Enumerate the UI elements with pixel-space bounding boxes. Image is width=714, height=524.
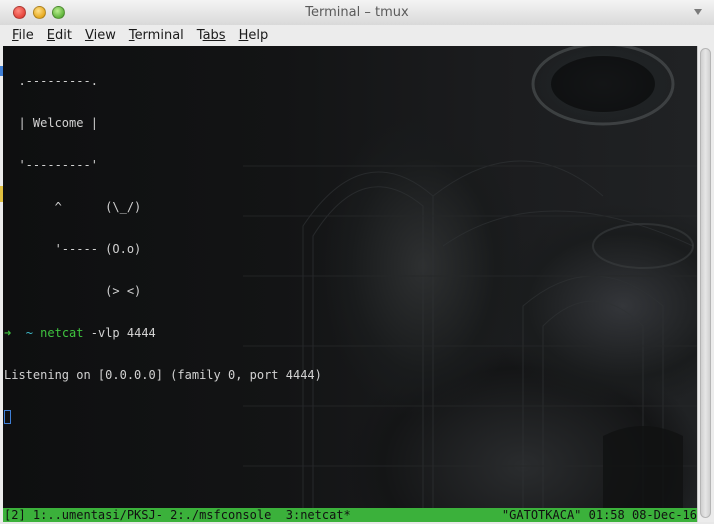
banner-line-4: ^ (\_/) (4, 200, 142, 214)
terminal-window: Terminal – tmux File Edit View Terminal … (0, 0, 714, 524)
tmux-host-clock: "GATOTKACA" 01:58 08-Dec-16 (501, 508, 697, 522)
banner-line-1: .---------. (4, 74, 98, 88)
menu-help[interactable]: Help (239, 28, 269, 43)
prompt-args: -vlp 4444 (83, 326, 156, 340)
banner-line-3: '---------' (4, 158, 98, 172)
prompt-arrow-icon: ➜ (4, 326, 12, 340)
menu-edit-label: dit (55, 28, 72, 43)
menu-help-label: elp (248, 28, 269, 43)
menu-tabs-label: abs (202, 28, 226, 43)
tmux-window-list[interactable]: [2] 1:..umentasi/PKSJ- 2:./msfconsole 3:… (4, 508, 351, 522)
menu-tabs[interactable]: Tabs (197, 28, 226, 43)
vertical-scrollbar[interactable] (697, 46, 714, 522)
window-menu-arrow-icon[interactable] (694, 9, 702, 15)
menu-edit-mnemonic: E (46, 28, 55, 43)
title-bar[interactable]: Terminal – tmux (0, 0, 714, 26)
terminal-viewport[interactable]: .---------. | Welcome | '---------' ^ (\… (3, 46, 697, 508)
menu-view-mnemonic: V (84, 28, 94, 43)
banner-line-2: | Welcome | (4, 116, 98, 130)
menu-terminal-label: erminal (134, 28, 184, 43)
banner-line-5: '----- (O.o) (4, 242, 142, 256)
listening-output: Listening on [0.0.0.0] (family 0, port 4… (4, 368, 322, 382)
menu-edit[interactable]: Edit (47, 28, 72, 43)
terminal-output: .---------. | Welcome | '---------' ^ (\… (4, 46, 322, 452)
prompt-cwd: ~ (25, 326, 33, 340)
scrollbar-thumb[interactable] (700, 48, 711, 518)
menu-view-label: iew (93, 28, 116, 43)
prompt-command: netcat (40, 326, 84, 340)
menu-file[interactable]: File (12, 28, 34, 43)
cursor-line (4, 410, 322, 424)
window-title: Terminal – tmux (305, 5, 409, 20)
tmux-status-bar: [2] 1:..umentasi/PKSJ- 2:./msfconsole 3:… (3, 508, 697, 522)
banner-line-6: (> <) (4, 284, 142, 298)
menu-bar: File Edit View Terminal Tabs Help (0, 25, 714, 46)
menu-view[interactable]: View (85, 28, 116, 43)
menu-file-label: ile (18, 28, 34, 43)
prompt-line: ➜ ~ netcat -vlp 4444 (4, 326, 322, 340)
menu-terminal[interactable]: Terminal (129, 28, 184, 43)
text-cursor (4, 410, 11, 424)
menu-help-mnemonic: H (238, 28, 249, 43)
